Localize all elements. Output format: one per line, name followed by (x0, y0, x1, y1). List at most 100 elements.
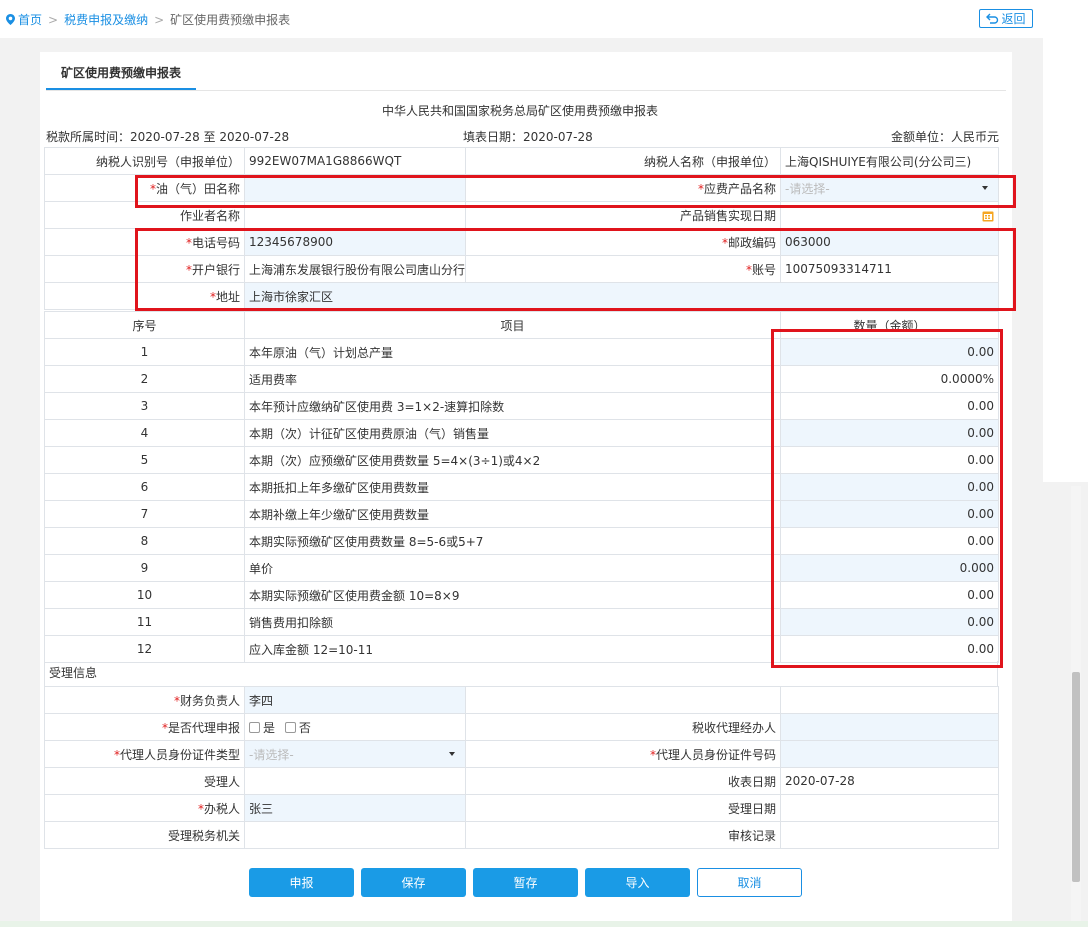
item-seq: 8 (44, 527, 245, 555)
tax-office-label: 受理税务机关 (44, 821, 245, 849)
breadcrumb-current: 矿区使用费预缴申报表 (170, 13, 291, 27)
item-name: 应入库金额 12=10-11 (244, 635, 781, 663)
item-row: 12 应入库金额 12=10-11 0.00 (44, 635, 999, 663)
item-amount[interactable]: 0.00 (780, 473, 999, 501)
scrollbar-thumb[interactable] (1072, 672, 1080, 882)
postcode-input[interactable]: 063000 (780, 228, 999, 256)
item-name: 单价 (244, 554, 781, 582)
agent-id-no-label-text: 代理人员身份证件号码 (655, 747, 776, 762)
items-header-item: 项目 (244, 311, 781, 339)
submit-button[interactable]: 申报 (249, 868, 354, 897)
action-buttons: 申报 保存 暂存 导入 取消 (249, 868, 802, 897)
item-seq: 4 (44, 419, 245, 447)
taxpayer-info-table: 纳税人识别号（申报单位） 992EW07MA1G8866WQT 纳税人名称（申报… (44, 147, 999, 310)
empty-cell (465, 686, 781, 714)
item-name: 本期（次）计征矿区使用费原油（气）销售量 (244, 419, 781, 447)
agent-handler-input[interactable] (780, 713, 999, 741)
item-seq: 7 (44, 500, 245, 528)
operator-value (244, 201, 466, 229)
back-button[interactable]: 返回 (979, 9, 1033, 28)
items-header-seq: 序号 (44, 311, 245, 339)
item-seq: 3 (44, 392, 245, 420)
right-blank-strip (1043, 38, 1088, 482)
item-row: 4 本期（次）计征矿区使用费原油（气）销售量 0.00 (44, 419, 999, 447)
agent-no-label: 否 (298, 720, 311, 735)
receiver-label: 受理人 (44, 767, 245, 795)
item-seq: 10 (44, 581, 245, 609)
item-row: 1 本年原油（气）计划总产量 0.00 (44, 338, 999, 366)
item-name: 本期补缴上年少缴矿区使用费数量 (244, 500, 781, 528)
item-name: 适用费率 (244, 365, 781, 393)
item-amount[interactable]: 0.00 (780, 500, 999, 528)
handler-input[interactable]: 张三 (244, 794, 466, 822)
accept-date-label: 受理日期 (465, 794, 781, 822)
calendar-icon[interactable] (982, 210, 994, 222)
breadcrumb: 首页 > 税费申报及缴纳 > 矿区使用费预缴申报表 (6, 11, 290, 28)
agent-id-no-input[interactable] (780, 740, 999, 768)
agent-id-no-label: *代理人员身份证件号码 (465, 740, 781, 768)
agent-yes-checkbox[interactable] (249, 721, 260, 733)
agent-no-checkbox[interactable] (284, 721, 296, 733)
field-name-input[interactable] (244, 174, 466, 202)
receiver-value (244, 767, 466, 795)
account-label: *账号 (465, 255, 781, 283)
item-amount[interactable]: 0.00 (780, 338, 999, 366)
bank-label-text: 开户银行 (191, 262, 240, 277)
cancel-button[interactable]: 取消 (697, 868, 802, 897)
item-row: 6 本期抵扣上年多缴矿区使用费数量 0.00 (44, 473, 999, 501)
item-amount: 0.00 (780, 392, 999, 420)
address-input[interactable]: 上海市徐家汇区 (244, 282, 999, 310)
tab-divider (46, 90, 1006, 91)
item-amount[interactable]: 0.00 (780, 419, 999, 447)
item-row: 7 本期补缴上年少缴矿区使用费数量 0.00 (44, 500, 999, 528)
address-label-text: 地址 (215, 289, 240, 304)
item-seq: 5 (44, 446, 245, 474)
breadcrumb-separator: > (154, 12, 165, 27)
receive-date-value: 2020-07-28 (780, 767, 999, 795)
agent-id-type-placeholder: -请选择- (249, 747, 294, 762)
postcode-label: *邮政编码 (465, 228, 781, 256)
item-row: 5 本期（次）应预缴矿区使用费数量 5=4×(3÷1)或4×2 0.00 (44, 446, 999, 474)
tab-mining-fee-form[interactable]: 矿区使用费预缴申报表 (46, 54, 196, 90)
breadcrumb-home[interactable]: 首页 (18, 11, 42, 28)
item-amount: 0.00 (780, 635, 999, 663)
account-value: 10075093314711 (780, 255, 999, 283)
draft-button[interactable]: 暂存 (473, 868, 578, 897)
return-arrow-icon (986, 13, 999, 24)
is-agent-options: 是 否 (244, 713, 466, 741)
item-amount[interactable]: 0.00 (780, 608, 999, 636)
save-button[interactable]: 保存 (361, 868, 466, 897)
account-label-text: 账号 (751, 262, 776, 277)
item-name: 销售费用扣除额 (244, 608, 781, 636)
phone-label: *电话号码 (44, 228, 245, 256)
product-name-select[interactable]: -请选择- (780, 174, 999, 202)
agent-id-type-label: *代理人员身份证件类型 (44, 740, 245, 768)
item-seq: 6 (44, 473, 245, 501)
item-seq: 9 (44, 554, 245, 582)
phone-input[interactable]: 12345678900 (244, 228, 466, 256)
sales-date-picker[interactable] (780, 201, 999, 229)
product-name-label-text: 应费产品名称 (703, 181, 776, 196)
accept-date-value (780, 794, 999, 822)
import-button[interactable]: 导入 (585, 868, 690, 897)
taxpayer-name-value: 上海QISHUIYE有限公司(分公司三) (780, 147, 999, 175)
acceptance-table: *财务负责人 李四 *是否代理申报 是 否 税收代理经办人 *代理人员身份证件类… (44, 686, 999, 849)
chevron-down-icon (449, 752, 455, 756)
taxpayer-id-value: 992EW07MA1G8866WQT (244, 147, 466, 175)
taxpayer-name-label: 纳税人名称（申报单位） (465, 147, 781, 175)
item-amount: 0.0000% (780, 365, 999, 393)
item-amount: 0.00 (780, 446, 999, 474)
finance-head-label: *财务负责人 (44, 686, 245, 714)
empty-cell (780, 686, 999, 714)
item-row: 9 单价 0.000 (44, 554, 999, 582)
product-select-placeholder: -请选择- (785, 181, 830, 196)
agent-id-type-select[interactable]: -请选择- (244, 740, 466, 768)
tax-office-value (244, 821, 466, 849)
field-name-label-text: 油（气）田名称 (155, 181, 240, 196)
finance-head-input[interactable]: 李四 (244, 686, 466, 714)
is-agent-label: *是否代理申报 (44, 713, 245, 741)
breadcrumb-tax-filing[interactable]: 税费申报及缴纳 (64, 11, 148, 28)
item-amount[interactable]: 0.000 (780, 554, 999, 582)
item-amount: 0.00 (780, 581, 999, 609)
sales-date-label: 产品销售实现日期 (465, 201, 781, 229)
